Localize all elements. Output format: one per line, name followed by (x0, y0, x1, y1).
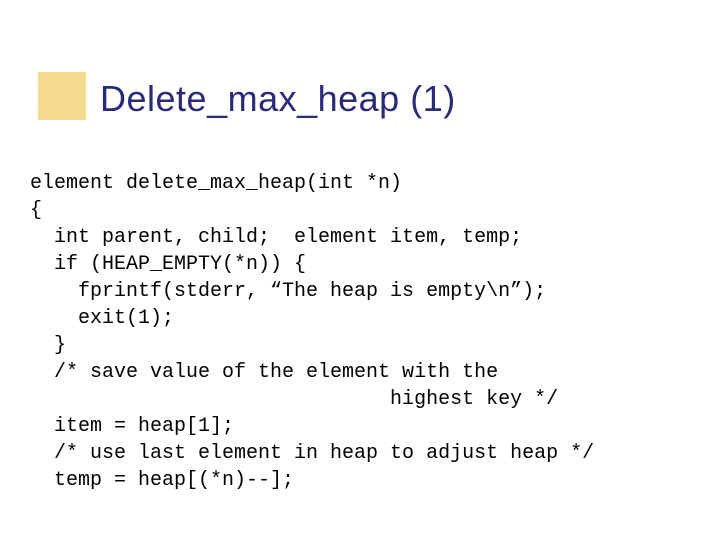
code-line: fprintf(stderr, “The heap is empty\n”); (30, 280, 546, 303)
slide: Delete_max_heap (1) element delete_max_h… (0, 0, 720, 540)
code-line: /* save value of the element with the (30, 361, 510, 384)
code-line: item = heap[1]; (30, 415, 234, 438)
code-line: highest key */ (30, 388, 558, 411)
code-line: int parent, child; element item, temp; (30, 226, 522, 249)
code-line: exit(1); (30, 307, 174, 330)
accent-square (38, 72, 86, 120)
code-line: /* use last element in heap to adjust he… (30, 442, 594, 465)
code-line: if (HEAP_EMPTY(*n)) { (30, 253, 306, 276)
code-line: temp = heap[(*n)--]; (30, 469, 294, 492)
code-line: { (30, 199, 42, 222)
slide-title: Delete_max_heap (1) (100, 78, 456, 120)
code-line: } (30, 334, 66, 357)
code-block: element delete_max_heap(int *n) { int pa… (30, 170, 690, 494)
code-line: element delete_max_heap(int *n) (30, 172, 402, 195)
